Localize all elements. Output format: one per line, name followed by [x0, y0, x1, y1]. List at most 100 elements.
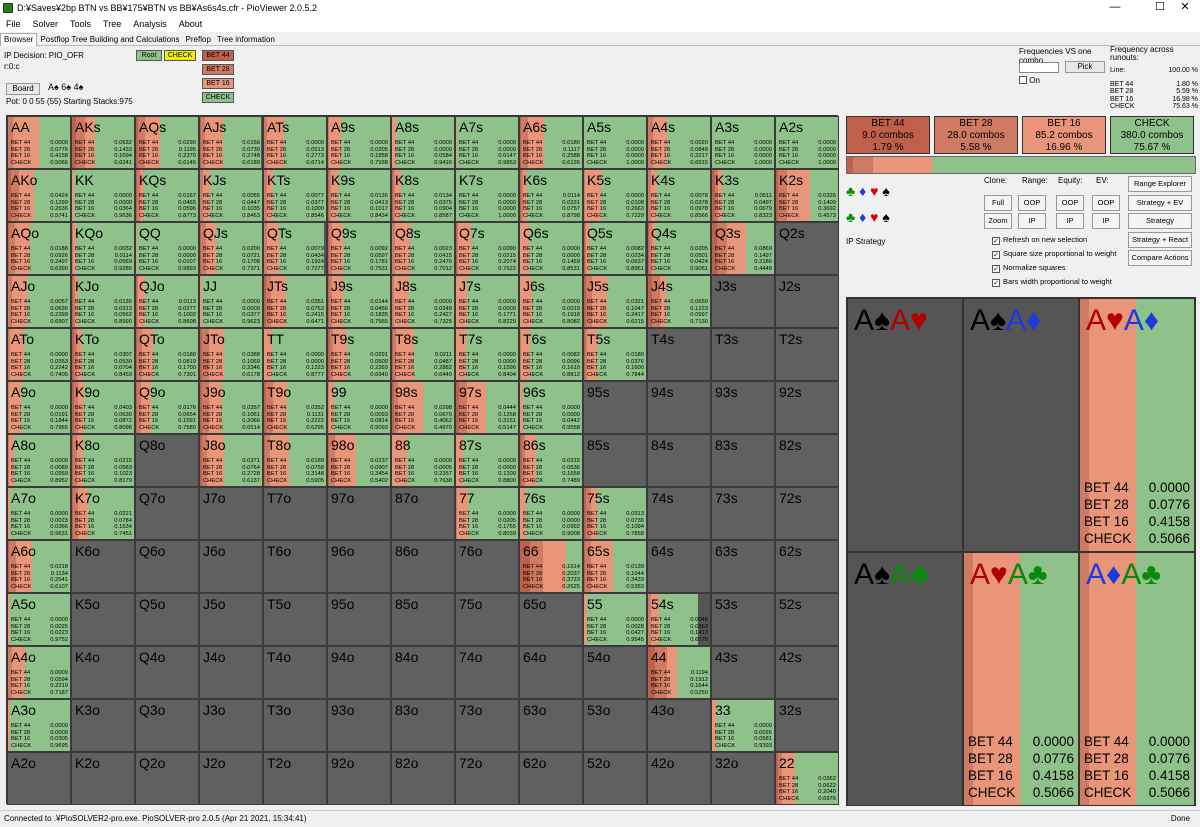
on-checkbox[interactable]: On [1019, 76, 1040, 85]
hand-cell-Q7o[interactable]: Q7o [135, 487, 199, 540]
hand-cell-A3o[interactable]: BET 440.0000BET 280.0000BET 160.0305CHEC… [7, 699, 71, 752]
hand-cell-43s[interactable]: 43s [711, 646, 775, 699]
hand-cell-TT[interactable]: BET 440.0000BET 280.0000BET 160.1223CHEC… [263, 328, 327, 381]
hand-cell-T8s[interactable]: BET 440.0211BET 280.0487BET 160.2882CHEC… [391, 328, 455, 381]
hand-cell-KTo[interactable]: BET 440.0307BET 280.0530BET 160.0704CHEC… [71, 328, 135, 381]
hand-cell-AQo[interactable]: BET 440.0188BET 280.0926BET 160.2497CHEC… [7, 222, 71, 275]
hand-cell-T3s[interactable]: T3s [711, 328, 775, 381]
hand-cell-KQo[interactable]: BET 440.0032BET 280.0114BET 160.0569CHEC… [71, 222, 135, 275]
menu-about[interactable]: About [173, 16, 209, 32]
hand-cell-44[interactable]: BET 440.1194BET 280.1912BET 160.1644CHEC… [647, 646, 711, 699]
hand-cell-74o[interactable]: 74o [455, 646, 519, 699]
hand-cell-J5s[interactable]: BET 440.0321BET 280.1047BET 160.2417CHEC… [583, 275, 647, 328]
hand-cell-J9s[interactable]: BET 440.0144BET 280.0456BET 160.1835CHEC… [327, 275, 391, 328]
summary-check[interactable]: CHECK380.0 combos75.67 % [1110, 116, 1194, 154]
hand-cell-99[interactable]: BET 440.0000BET 280.0093BET 160.0814CHEC… [327, 381, 391, 434]
hand-cell-ATo[interactable]: BET 440.0000BET 280.0353BET 160.2242CHEC… [7, 328, 71, 381]
menu-tree[interactable]: Tree [97, 16, 127, 32]
hand-cell-K9o[interactable]: BET 440.0403BET 280.0630BET 160.0872CHEC… [71, 381, 135, 434]
hand-cell-55[interactable]: BET 440.0000BET 280.0028BET 160.0427CHEC… [583, 593, 647, 646]
hand-cell-96o[interactable]: 96o [327, 540, 391, 593]
hand-cell-33[interactable]: BET 440.0000BET 280.0026BET 160.0581CHEC… [711, 699, 775, 752]
hand-cell-A9o[interactable]: BET 440.0000BET 280.0191BET 160.1844CHEC… [7, 381, 71, 434]
hand-cell-A6s[interactable]: BET 440.0180BET 280.1117BET 160.2588CHEC… [519, 116, 583, 169]
hand-cell-T4s[interactable]: T4s [647, 328, 711, 381]
hand-cell-98s[interactable]: BET 440.0298BET 280.0670BET 160.4062CHEC… [391, 381, 455, 434]
hand-cell-Q9o[interactable]: BET 440.0176BET 280.0654BET 160.1591CHEC… [135, 381, 199, 434]
equity-ip-button[interactable]: IP [1056, 213, 1084, 229]
hand-cell-T5o[interactable]: T5o [263, 593, 327, 646]
hand-cell-Q2o[interactable]: Q2o [135, 752, 199, 805]
minimize-button[interactable]: — [1100, 0, 1130, 16]
summary-bet44[interactable]: BET 449.0 combos1.79 % [846, 116, 930, 154]
hand-cell-42o[interactable]: 42o [647, 752, 711, 805]
hand-cell-A4o[interactable]: BET 440.0009BET 280.0594BET 160.2210CHEC… [7, 646, 71, 699]
hand-cell-T6s[interactable]: BET 440.0082BET 280.0096BET 160.1610CHEC… [519, 328, 583, 381]
hand-cell-K5s[interactable]: BET 440.0000BET 280.0108BET 160.2663CHEC… [583, 169, 647, 222]
zoom-button[interactable]: Zoom [984, 213, 1012, 229]
full-button[interactable]: Full [984, 195, 1012, 211]
hand-cell-93o[interactable]: 93o [327, 699, 391, 752]
hand-cell-K3o[interactable]: K3o [71, 699, 135, 752]
hand-cell-76s[interactable]: BET 440.0000BET 280.0000BET 160.0992CHEC… [519, 487, 583, 540]
hand-cell-AJo[interactable]: BET 440.0057BET 280.0636BET 160.2399CHEC… [7, 275, 71, 328]
menu-analysis[interactable]: Analysis [127, 16, 173, 32]
hand-cell-Q6o[interactable]: Q6o [135, 540, 199, 593]
hand-cell-KJs[interactable]: BET 440.0055BET 280.0447BET 160.1035CHEC… [199, 169, 263, 222]
combo-tile[interactable]: A♠A♥ [847, 298, 963, 552]
hand-cell-T9s[interactable]: BET 440.0291BET 280.0500BET 160.2269CHEC… [327, 328, 391, 381]
hand-cell-A4s[interactable]: BET 440.0020BET 280.0848BET 160.2217CHEC… [647, 116, 711, 169]
board-button[interactable]: Board [6, 83, 40, 95]
hand-cell-J7o[interactable]: J7o [199, 487, 263, 540]
hand-cell-66[interactable]: BET 440.1614BET 280.2037BET 160.3723CHEC… [519, 540, 583, 593]
suit-filter-row-1[interactable]: ♣ ♦ ♥ ♠ [846, 178, 890, 204]
normalize-checkbox[interactable]: ✓Normalize squares [992, 263, 1066, 273]
hand-cell-75o[interactable]: 75o [455, 593, 519, 646]
menu-tools[interactable]: Tools [64, 16, 97, 32]
hand-cell-97s[interactable]: BET 440.0444BET 280.1258BET 160.3151CHEC… [455, 381, 519, 434]
hand-cell-93s[interactable]: 93s [711, 381, 775, 434]
hand-cell-74s[interactable]: 74s [647, 487, 711, 540]
hand-cell-32s[interactable]: 32s [775, 699, 839, 752]
hand-cell-A9s[interactable]: BET 440.0000BET 280.0205BET 160.1858CHEC… [327, 116, 391, 169]
hand-cell-T2o[interactable]: T2o [263, 752, 327, 805]
menu-solver[interactable]: Solver [27, 16, 65, 32]
hand-cell-Q6s[interactable]: BET 440.0000BET 280.0000BET 160.1469CHEC… [519, 222, 583, 275]
hand-cell-J8o[interactable]: BET 440.0371BET 280.0764BET 160.2728CHEC… [199, 434, 263, 487]
hand-cell-K5o[interactable]: K5o [71, 593, 135, 646]
hand-cell-A8s[interactable]: BET 440.0000BET 280.0000BET 160.0584CHEC… [391, 116, 455, 169]
hand-cell-QJs[interactable]: BET 440.0200BET 280.0721BET 160.1708CHEC… [199, 222, 263, 275]
combo-tile[interactable]: BET 440.0000BET 280.0776BET 160.4158CHEC… [1079, 298, 1195, 552]
hand-cell-54s[interactable]: BET 440.0048BET 280.0363BET 160.1413CHEC… [647, 593, 711, 646]
hand-cell-T4o[interactable]: T4o [263, 646, 327, 699]
hand-cell-JTs[interactable]: BET 440.0351BET 280.0763BET 160.2415CHEC… [263, 275, 327, 328]
strategy-react-button[interactable]: Strategy + React [1128, 232, 1192, 248]
hand-cell-73s[interactable]: 73s [711, 487, 775, 540]
hand-cell-J4o[interactable]: J4o [199, 646, 263, 699]
hand-cell-53o[interactable]: 53o [583, 699, 647, 752]
hand-cell-22[interactable]: BET 440.0362BET 280.0622BET 160.2040CHEC… [775, 752, 839, 805]
path-check[interactable]: CHECK [164, 50, 196, 61]
hand-cell-A8o[interactable]: BET 440.0000BET 280.0089BET 160.0959CHEC… [7, 434, 71, 487]
path-root[interactable]: Root [136, 50, 162, 61]
hand-cell-KJo[interactable]: BET 440.0136BET 280.0313BET 160.0562CHEC… [71, 275, 135, 328]
hand-cell-A7s[interactable]: BET 440.0000BET 280.0000BET 160.0147CHEC… [455, 116, 519, 169]
hand-cell-T9o[interactable]: BET 440.0352BET 280.1131BET 160.2222CHEC… [263, 381, 327, 434]
hand-cell-Q5o[interactable]: Q5o [135, 593, 199, 646]
hand-cell-J5o[interactable]: J5o [199, 593, 263, 646]
ev-oop-button[interactable]: OOP [1092, 195, 1120, 211]
hand-cell-77[interactable]: BET 440.0000BET 280.0205BET 160.1756CHEC… [455, 487, 519, 540]
hand-cell-Q8o[interactable]: Q8o [135, 434, 199, 487]
hand-cell-Q3o[interactable]: Q3o [135, 699, 199, 752]
tab-browser[interactable]: Browser [0, 33, 37, 46]
hand-cell-Q8s[interactable]: BET 440.0023BET 280.0415BET 160.2476CHEC… [391, 222, 455, 275]
hand-cell-J9o[interactable]: BET 440.0357BET 280.1061BET 160.2066CHEC… [199, 381, 263, 434]
hand-cell-72s[interactable]: 72s [775, 487, 839, 540]
hand-cell-T3o[interactable]: T3o [263, 699, 327, 752]
hand-cell-AQs[interactable]: BET 440.0290BET 280.1195BET 160.2370CHEC… [135, 116, 199, 169]
hand-cell-Q4s[interactable]: BET 440.0205BET 280.0501BET 160.0424CHEC… [647, 222, 711, 275]
hand-cell-J6s[interactable]: BET 440.0000BET 280.0019BET 160.1918CHEC… [519, 275, 583, 328]
hand-cell-62o[interactable]: 62o [519, 752, 583, 805]
hand-cell-A2o[interactable]: A2o [7, 752, 71, 805]
hand-cell-K9s[interactable]: BET 440.0136BET 280.0413BET 160.1017CHEC… [327, 169, 391, 222]
